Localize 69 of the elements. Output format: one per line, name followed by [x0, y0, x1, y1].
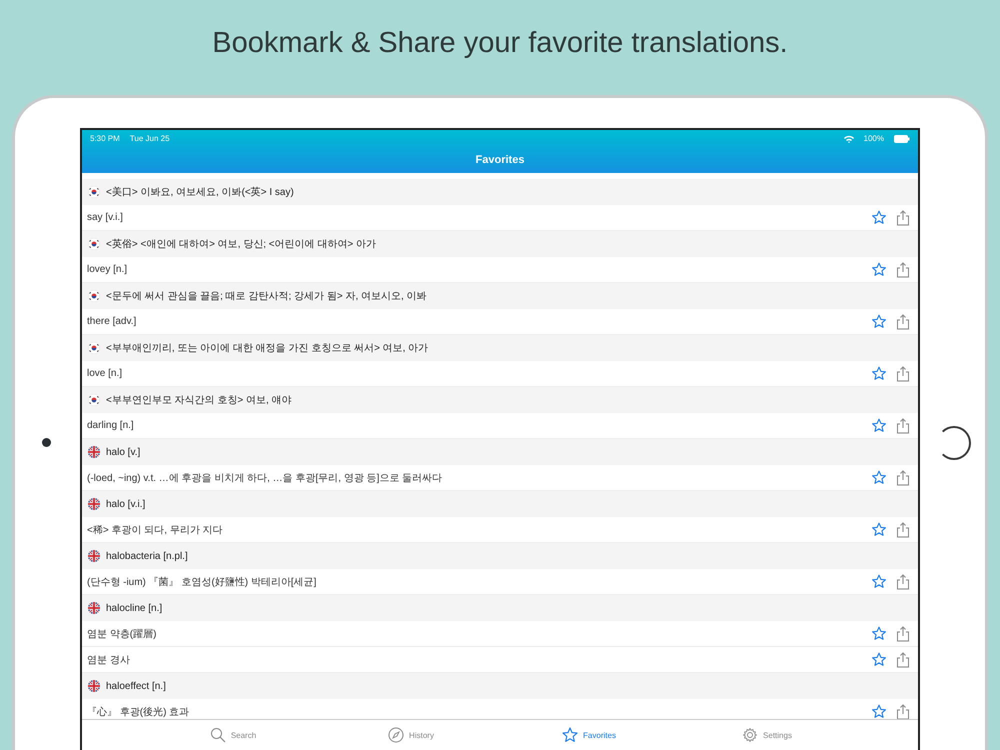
star-icon: [562, 727, 578, 743]
share-icon[interactable]: [896, 314, 910, 330]
british-flag-icon: [88, 446, 100, 458]
share-icon[interactable]: [896, 574, 910, 590]
share-icon[interactable]: [896, 210, 910, 226]
korean-flag-icon: [88, 238, 100, 250]
star-icon[interactable]: [871, 574, 887, 589]
heading-text: <문두에 써서 관심을 끌음; 때로 감탄사적; 강세가 됨> 자, 여보시오, 이봐: [106, 290, 427, 303]
korean-flag-icon: [88, 394, 100, 406]
nav-title: Favorites: [476, 154, 524, 166]
translation-text[interactable]: (단수형 -ium) 『菌』 호염성(好鹽性) 박테리아[세균]: [87, 574, 871, 588]
star-icon[interactable]: [871, 418, 887, 433]
heading-text: halobacteria [n.pl.]: [106, 550, 188, 562]
translation-text[interactable]: 염분 경사: [87, 652, 871, 666]
star-icon[interactable]: [871, 522, 887, 537]
tab-bar-item[interactable]: Search: [144, 720, 322, 750]
star-icon[interactable]: [871, 626, 887, 641]
heading-text: halo [v.]: [106, 446, 140, 458]
tab-bar-item[interactable]: History: [322, 720, 500, 750]
star-icon[interactable]: [871, 210, 887, 225]
star-icon[interactable]: [871, 652, 887, 667]
korean-flag-icon: [88, 186, 100, 198]
translation-text[interactable]: there [adv.]: [87, 316, 871, 327]
battery-percent: 100%: [864, 134, 884, 143]
tab-bar-item[interactable]: Settings: [678, 720, 856, 750]
heading-text: <美口> 이봐요, 여보세요, 이봐(<英> I say): [106, 186, 294, 199]
search-icon: [210, 727, 226, 743]
star-icon[interactable]: [871, 470, 887, 485]
star-icon[interactable]: [871, 366, 887, 381]
star-icon[interactable]: [871, 314, 887, 329]
tab-bar-item[interactable]: Favorites: [500, 720, 678, 750]
translation-text[interactable]: (-loed, ~ing) v.t. …에 후광을 비치게 하다, …을 후광[무리, 영광 등]으로 둘러싸다: [87, 470, 871, 484]
heading-text: <부부애인끼리, 또는 아이에 대한 애정을 가진 호칭으로 써서> 여보, 아가: [106, 342, 428, 355]
british-flag-icon: [88, 498, 100, 510]
share-icon[interactable]: [896, 262, 910, 278]
wifi-icon: [844, 134, 854, 142]
heading-text: halocline [n.]: [106, 602, 162, 614]
heading-text: <부부연인부모 자식간의 호칭> 여보, 얘야: [106, 394, 292, 407]
translation-text[interactable]: 염분 약층(躍層): [87, 626, 871, 640]
translation-text[interactable]: <稀> 후광이 되다, 무리가 지다: [87, 522, 871, 536]
share-icon[interactable]: [896, 366, 910, 382]
heading-text: haloeffect [n.]: [106, 680, 166, 692]
status-date: Tue Jun 25: [130, 134, 170, 143]
camera-dot: [42, 438, 51, 447]
share-icon[interactable]: [896, 626, 910, 642]
heading-text: halo [v.i.]: [106, 498, 146, 510]
star-icon[interactable]: [871, 704, 887, 719]
battery-icon: [894, 134, 910, 142]
star-icon[interactable]: [871, 262, 887, 277]
translation-text[interactable]: love [n.]: [87, 368, 871, 379]
gear-icon: [742, 727, 758, 743]
compass-icon: [388, 727, 404, 743]
translation-text[interactable]: say [v.i.]: [87, 212, 871, 223]
share-icon[interactable]: [896, 704, 910, 719]
share-icon[interactable]: [896, 418, 910, 434]
status-time: 5:30 PM: [90, 134, 120, 143]
heading-text: <英俗> <애인에 대하여> 여보, 당신; <어린이에 대하여> 아가: [106, 238, 376, 251]
korean-flag-icon: [88, 290, 100, 302]
british-flag-icon: [88, 550, 100, 562]
translation-text[interactable]: lovey [n.]: [87, 264, 871, 275]
british-flag-icon: [88, 680, 100, 692]
korean-flag-icon: [88, 342, 100, 354]
translation-text[interactable]: 『心』 후광(後光) 효과: [87, 704, 871, 718]
share-icon[interactable]: [896, 652, 910, 668]
british-flag-icon: [88, 602, 100, 614]
headline: Bookmark & Share your favorite translations.: [212, 27, 788, 60]
translation-text[interactable]: darling [n.]: [87, 420, 871, 431]
share-icon[interactable]: [896, 470, 910, 486]
share-icon[interactable]: [896, 522, 910, 538]
